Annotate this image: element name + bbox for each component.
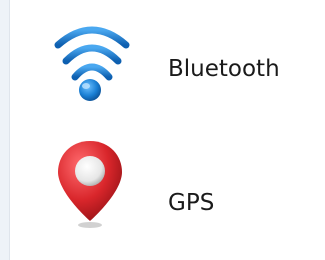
list-item-gps[interactable]: GPS: [10, 135, 325, 245]
bluetooth-label: Bluetooth: [168, 56, 280, 82]
list-item-bluetooth[interactable]: Bluetooth: [10, 17, 325, 127]
map-pin-icon: [50, 135, 130, 235]
gps-label: GPS: [168, 190, 215, 216]
connectivity-list: Bluetooth GPS: [9, 0, 325, 260]
bluetooth-signal-icon: [50, 17, 130, 117]
